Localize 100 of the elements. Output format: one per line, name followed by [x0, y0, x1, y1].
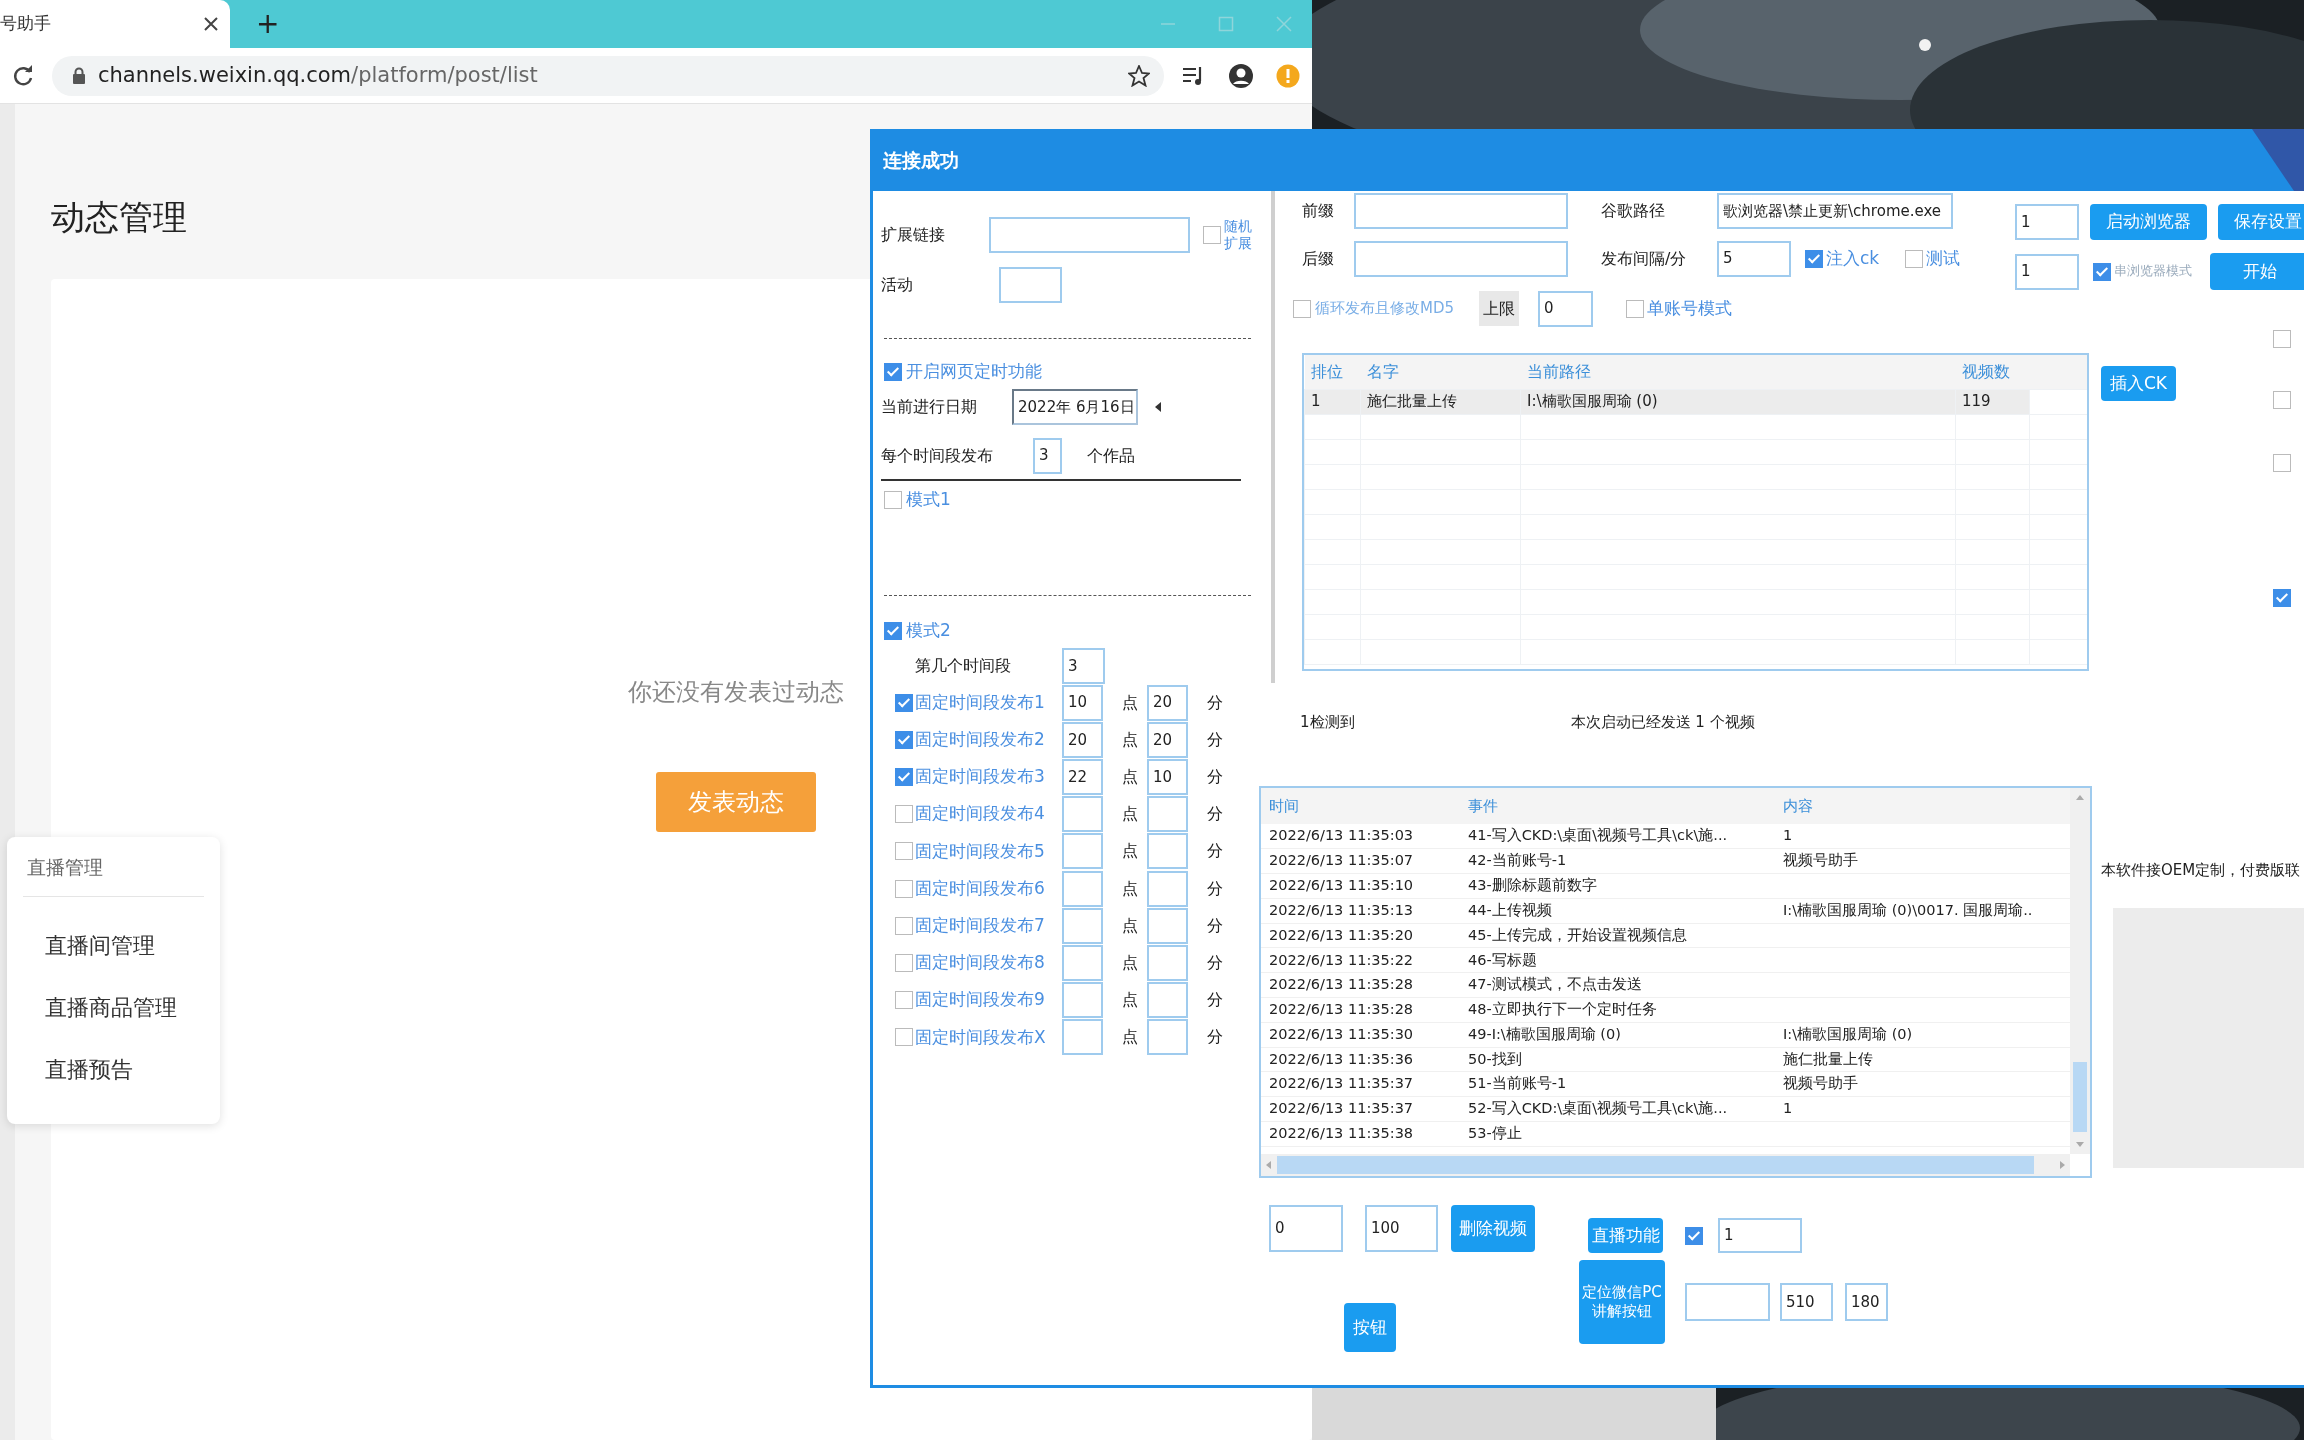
input-field[interactable]: 180 [1845, 1283, 1888, 1321]
checkbox-label[interactable]: 固定时间段发布7 [915, 912, 1062, 939]
reload-icon[interactable] [12, 64, 34, 87]
scroll-left-icon[interactable] [1265, 1160, 1271, 1170]
checkbox[interactable] [2273, 589, 2291, 607]
close-icon[interactable] [204, 17, 218, 31]
checkbox-label[interactable]: 固定时间段发布5 [915, 838, 1062, 865]
save-settings-button[interactable]: 保存设置 [2218, 204, 2304, 240]
checkbox[interactable] [895, 916, 913, 935]
input-field[interactable] [1062, 796, 1103, 833]
launch-browser-button[interactable]: 启动浏览器 [2090, 204, 2207, 240]
scroll-right-icon[interactable] [2060, 1160, 2066, 1170]
checkbox[interactable] [1293, 299, 1311, 318]
address-bar[interactable]: channels.weixin.qq.com/platform/post/list [52, 55, 1164, 96]
input-field[interactable]: 歌浏览器\禁止更新\chrome.exe [1717, 193, 1953, 229]
input-field[interactable]: 0 [1269, 1205, 1343, 1252]
checkbox-label[interactable]: 模式2 [906, 618, 951, 644]
checkbox[interactable] [884, 363, 902, 381]
input-field[interactable]: 0 [1538, 290, 1593, 327]
column-header[interactable]: 当前路径 [1520, 355, 1956, 389]
input-field[interactable] [1354, 240, 1568, 277]
input-field[interactable] [1147, 907, 1188, 944]
input-field[interactable] [999, 266, 1062, 303]
input-field[interactable]: 1 [1718, 1218, 1802, 1253]
input-field[interactable] [1147, 833, 1188, 870]
checkbox[interactable] [895, 767, 913, 786]
input-field[interactable]: 20 [1147, 684, 1188, 721]
checkbox[interactable] [895, 805, 913, 824]
checkbox[interactable] [895, 953, 913, 972]
start-button[interactable]: 开始 [2210, 253, 2304, 290]
column-header[interactable]: 排位 [1304, 355, 1361, 389]
checkbox[interactable] [895, 879, 913, 898]
input-field[interactable]: 3 [1062, 648, 1105, 684]
input-field[interactable] [1062, 870, 1103, 907]
new-tab-button[interactable]: + [256, 10, 280, 38]
input-field[interactable]: 20 [1062, 721, 1103, 758]
column-header[interactable]: 内容 [1775, 788, 2070, 824]
input-field[interactable] [1147, 796, 1188, 833]
date-field[interactable]: 2022年 6月16日 [1012, 389, 1138, 425]
input-field[interactable]: 10 [1147, 758, 1188, 795]
checkbox-label[interactable]: 模式1 [906, 487, 951, 513]
input-field[interactable]: 1 [2015, 204, 2079, 240]
input-field[interactable] [1685, 1283, 1770, 1321]
input-field[interactable] [989, 216, 1190, 253]
checkbox[interactable] [1905, 249, 1924, 268]
locate-button[interactable]: 定位微信PC讲解按钮 [1579, 1260, 1665, 1344]
input-field[interactable] [1062, 833, 1103, 870]
input-field[interactable]: 1 [2015, 253, 2079, 290]
column-header[interactable]: 视频数 [1955, 355, 2030, 389]
star-icon[interactable] [1128, 64, 1150, 87]
checkbox-label[interactable]: 固定时间段发布2 [915, 727, 1062, 753]
checkbox[interactable] [884, 491, 902, 509]
checkbox[interactable] [895, 842, 913, 861]
column-header[interactable]: 事件 [1460, 788, 1775, 824]
delete-video-button[interactable]: 删除视频 [1451, 1205, 1535, 1252]
checkbox-label[interactable]: 随机扩展 [1224, 217, 1254, 252]
checkbox-label[interactable]: 固定时间段发布4 [915, 801, 1062, 827]
input-field[interactable]: 20 [1147, 721, 1188, 758]
input-field[interactable] [1147, 870, 1188, 907]
checkbox-label[interactable]: 开启网页定时功能 [906, 359, 1042, 385]
checkbox[interactable] [895, 1028, 913, 1047]
checkbox-label[interactable]: 固定时间段发布9 [915, 987, 1062, 1013]
input-field[interactable] [1062, 1019, 1103, 1056]
live-stream-button[interactable]: 直播功能 [1588, 1218, 1663, 1253]
input-field[interactable]: 510 [1780, 1283, 1833, 1321]
column-header[interactable]: 时间 [1261, 788, 1460, 824]
scroll-thumb[interactable] [1277, 1156, 2034, 1174]
checkbox[interactable] [895, 693, 913, 712]
maximize-icon[interactable] [1218, 16, 1234, 32]
alert-icon[interactable] [1276, 63, 1300, 88]
input-field[interactable] [1062, 944, 1103, 981]
checkbox-label[interactable]: 固定时间段发布6 [915, 875, 1062, 902]
checkbox-label[interactable]: 测试 [1926, 245, 1961, 272]
checkbox-label[interactable]: 单账号模式 [1647, 295, 1732, 322]
input-field[interactable]: 100 [1365, 1205, 1438, 1252]
checkbox[interactable] [1203, 225, 1221, 244]
column-header[interactable]: 名字 [1360, 355, 1521, 389]
checkbox[interactable] [895, 991, 913, 1010]
account-icon[interactable] [1228, 62, 1254, 89]
scroll-thumb[interactable] [2073, 1062, 2087, 1132]
checkbox[interactable] [884, 622, 902, 640]
checkbox-label[interactable]: 注入ck [1826, 245, 1880, 272]
input-field[interactable]: 5 [1717, 240, 1791, 277]
checkbox-label[interactable]: 固定时间段发布8 [915, 950, 1062, 976]
checkbox-label[interactable]: 固定时间段发布1 [915, 689, 1062, 716]
input-field[interactable]: 10 [1062, 684, 1103, 721]
left-arrow-icon[interactable] [1154, 401, 1162, 413]
checkbox[interactable] [2273, 454, 2291, 472]
input-field[interactable] [1147, 1019, 1188, 1056]
input-field[interactable] [1147, 982, 1188, 1019]
input-field[interactable] [1354, 193, 1568, 229]
checkbox[interactable] [1685, 1226, 1703, 1245]
checkbox[interactable] [2273, 330, 2291, 348]
checkbox[interactable] [895, 730, 913, 749]
action-button[interactable]: 按钮 [1344, 1303, 1396, 1352]
checkbox[interactable] [1626, 299, 1644, 318]
input-field[interactable] [1062, 982, 1103, 1019]
menu-item[interactable]: 直播商品管理 [23, 976, 177, 1039]
checkbox[interactable] [2093, 262, 2111, 281]
menu-item[interactable]: 直播预告 [23, 1038, 133, 1101]
